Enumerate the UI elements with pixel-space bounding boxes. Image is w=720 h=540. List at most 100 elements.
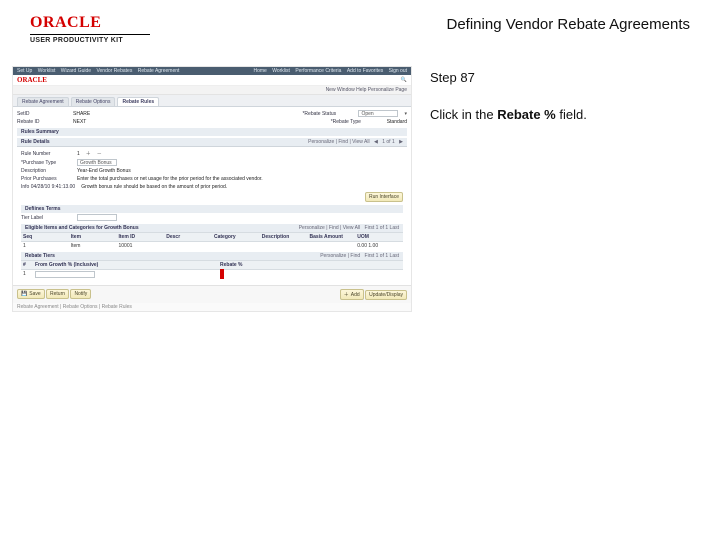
- minus-icon[interactable]: －: [97, 150, 102, 157]
- nav-item[interactable]: Rebate Agreement: [138, 68, 180, 74]
- nav-item[interactable]: Vendor Rebates: [96, 68, 132, 74]
- col-rebate-pct: Rebate %: [218, 261, 403, 269]
- page-title: Defining Vendor Rebate Agreements: [447, 16, 691, 33]
- items-section: Eligible Items and Categories for Growth…: [21, 224, 403, 232]
- tab-bar: Rebate Agreement Rebate Options Rebate R…: [13, 95, 411, 106]
- screenshot-column: Set Up Worklist Wizard Guide Vendor Reba…: [12, 66, 412, 312]
- type-label: *Rebate Type: [331, 119, 381, 125]
- setid-value: SHARE: [73, 111, 90, 117]
- items-title: Eligible Items and Categories for Growth…: [25, 225, 139, 231]
- run-interface-button[interactable]: Run Interface: [365, 192, 403, 202]
- page-header: ORACLE USER PRODUCTIVITY KIT Defining Ve…: [0, 0, 720, 50]
- tab-rebate-rules[interactable]: Rebate Rules: [117, 97, 159, 106]
- plus-icon[interactable]: ＋: [86, 150, 91, 157]
- pager-icon[interactable]: ◀: [374, 139, 378, 145]
- nav-link[interactable]: Add to Favorites: [347, 68, 383, 74]
- instruction-text: Click in the Rebate % field.: [430, 107, 690, 122]
- items-count: First 1 of 1 Last: [365, 225, 399, 231]
- tiers-data-row: 1: [21, 270, 403, 281]
- footer-breadcrumb: Rebate Agreement | Rebate Options | Reba…: [13, 303, 411, 311]
- upk-label: USER PRODUCTIVITY KIT: [30, 37, 150, 44]
- items-data-row: 1 Item 10001 0.00 1.00: [21, 242, 403, 250]
- window-links: New Window Help Personalize Page: [13, 86, 411, 95]
- action-button-row: 💾Save Return Notify ＋Add Update/Display: [13, 285, 411, 303]
- items-find-link[interactable]: Personalize | Find | View All: [299, 225, 360, 231]
- topnav-right: Home Worklist Performance Criteria Add t…: [250, 68, 408, 74]
- update-label: Update/Display: [369, 292, 403, 298]
- nav-link[interactable]: Performance Criteria: [295, 68, 341, 74]
- tab-rebate-agreement[interactable]: Rebate Agreement: [17, 97, 69, 106]
- tiers-title: Rebate Tiers: [25, 253, 55, 259]
- topnav: Set Up Worklist Wizard Guide Vendor Reba…: [13, 67, 411, 75]
- add-button[interactable]: ＋Add: [340, 289, 364, 300]
- tab-rebate-options[interactable]: Rebate Options: [71, 97, 116, 106]
- nav-link[interactable]: Worklist: [272, 68, 290, 74]
- from-growth-input[interactable]: [33, 270, 218, 281]
- col-uom: UOM: [355, 233, 403, 241]
- oracle-logo: ORACLE: [30, 14, 150, 32]
- topnav-left: Set Up Worklist Wizard Guide Vendor Reba…: [17, 68, 183, 74]
- tiers-header-row: # From Growth % (Inclusive) Rebate %: [21, 260, 403, 270]
- chevron-down-icon[interactable]: ▾: [404, 111, 407, 117]
- cell: [308, 242, 356, 250]
- nav-item[interactable]: Wizard Guide: [61, 68, 91, 74]
- rule-details-section: Rule Details Personalize | Find | View A…: [17, 138, 407, 146]
- rules-summary-title: Rules Summary: [21, 129, 59, 135]
- notify-button[interactable]: Notify: [70, 289, 91, 299]
- find-link[interactable]: Personalize | Find | View All: [308, 139, 369, 145]
- type-value: Standard: [387, 119, 407, 125]
- content-row: Set Up Worklist Wizard Guide Vendor Reba…: [0, 50, 720, 312]
- cell: [212, 242, 260, 250]
- prior-purchases-label: Prior Purchases: [21, 176, 71, 182]
- col-seq: Seq: [21, 233, 69, 241]
- step-number: Step 87: [430, 70, 690, 85]
- instr-pre: Click in the: [430, 107, 497, 122]
- status-select[interactable]: Open: [358, 110, 398, 117]
- col-description: Description: [260, 233, 308, 241]
- tier-label: Tier Label: [21, 215, 71, 221]
- info-id: Info 04/28/10 9:41:13.00: [21, 184, 75, 190]
- rules-summary-section[interactable]: Rules Summary: [17, 128, 407, 136]
- nav-item[interactable]: Worklist: [38, 68, 56, 74]
- nav-item[interactable]: Set Up: [17, 68, 32, 74]
- cell: 1: [21, 242, 69, 250]
- col-num: #: [21, 261, 33, 269]
- cell: 1: [21, 270, 33, 281]
- define-terms-section: Defiines Terms: [21, 205, 403, 213]
- nav-link[interactable]: Sign out: [389, 68, 407, 74]
- purchase-type-select[interactable]: Growth Bonus: [77, 159, 117, 166]
- col-basis: Basis Amount: [308, 233, 356, 241]
- instr-post: field.: [556, 107, 587, 122]
- description-label: Description: [21, 168, 71, 174]
- rebate-percent-field-highlight[interactable]: [220, 269, 224, 279]
- update-display-button[interactable]: Update/Display: [365, 290, 407, 300]
- col-item: Item: [69, 233, 117, 241]
- prior-purchases-text: Enter the total purchases or net usage f…: [77, 176, 403, 182]
- define-terms-title: Defiines Terms: [25, 206, 60, 212]
- purchase-type-label: *Purchase Type: [21, 160, 71, 166]
- brand-row: ORACLE 🔍: [13, 75, 411, 86]
- search-icon[interactable]: 🔍: [401, 77, 407, 83]
- cell-select[interactable]: Item: [69, 242, 117, 250]
- save-button[interactable]: 💾Save: [17, 289, 45, 299]
- save-label: Save: [29, 291, 40, 297]
- cell-input[interactable]: 10001: [117, 242, 165, 250]
- tiers-section: Rebate Tiers Personalize | Find First 1 …: [21, 252, 403, 260]
- nav-link[interactable]: Home: [254, 68, 267, 74]
- rebateid-label: Rebate ID: [17, 119, 67, 125]
- col-category: Category: [212, 233, 260, 241]
- return-button[interactable]: Return: [46, 289, 69, 299]
- info-text: Growth bonus rule should be based on the…: [81, 184, 403, 190]
- col-descr: Descr: [164, 233, 212, 241]
- col-from-growth: From Growth % (Inclusive): [33, 261, 218, 269]
- add-label: Add: [351, 292, 360, 298]
- pager-icon[interactable]: ▶: [399, 139, 403, 145]
- main-panel: SetID SHARE *Rebate Status Open ▾ Rebate…: [13, 106, 411, 285]
- tiers-find-link[interactable]: Personalize | Find: [320, 253, 360, 259]
- description-value: Year-End Growth Bonus: [77, 168, 131, 174]
- tier-input[interactable]: [77, 214, 117, 221]
- rule-number-label: Rule Number: [21, 151, 71, 157]
- cell: [164, 242, 212, 250]
- status-label: *Rebate Status: [302, 111, 352, 117]
- setid-label: SetID: [17, 111, 67, 117]
